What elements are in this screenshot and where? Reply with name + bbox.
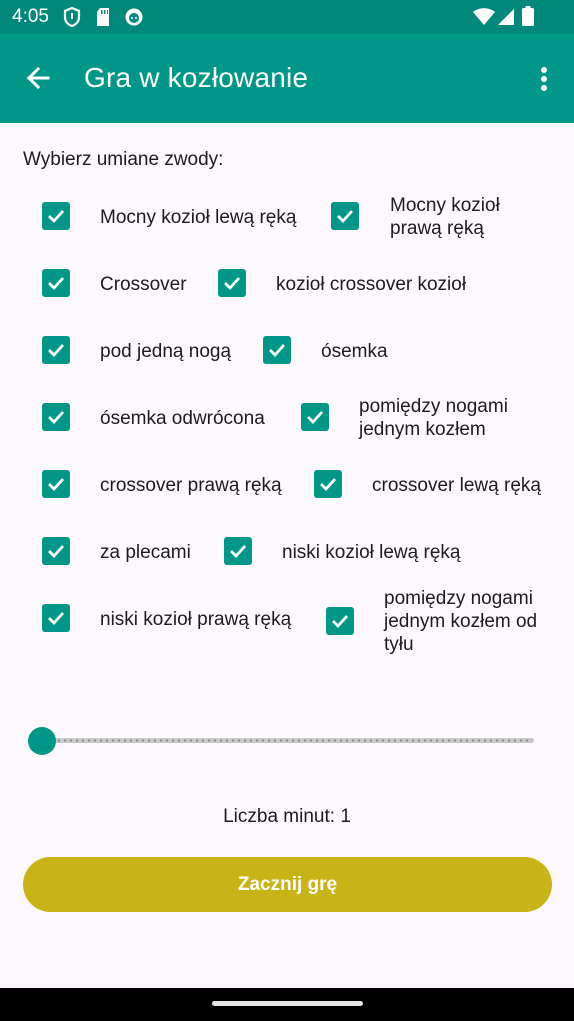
battery-icon	[522, 6, 534, 31]
checkbox[interactable]	[331, 202, 359, 230]
option-label: pomiędzy nogami jednym kozłem	[359, 396, 508, 440]
check-icon	[48, 411, 65, 425]
check-icon	[332, 615, 349, 629]
checkbox[interactable]	[224, 537, 252, 565]
wifi-icon	[473, 8, 495, 31]
start-game-button[interactable]: Zacznij grę	[23, 857, 552, 912]
arrow-left-icon	[20, 66, 56, 100]
more-vert-icon	[530, 67, 558, 102]
option-label: ósemka	[321, 341, 388, 362]
check-icon	[48, 612, 65, 626]
options-prompt: Wybierz umiane zwody:	[23, 149, 224, 170]
checkbox[interactable]	[42, 537, 70, 565]
option-label: crossover prawą ręką	[100, 475, 282, 496]
checkbox[interactable]	[218, 269, 246, 297]
option-label: za plecami	[100, 542, 191, 563]
check-icon	[230, 545, 247, 559]
option-label: crossover lewą ręką	[372, 475, 541, 496]
home-gesture-handle[interactable]	[212, 1001, 363, 1006]
check-icon	[48, 545, 65, 559]
check-icon	[224, 277, 241, 291]
app-bar: Gra w kozłowanie	[0, 34, 574, 123]
overflow-menu-button[interactable]	[530, 62, 558, 98]
checkbox[interactable]	[314, 470, 342, 498]
option-label: Mocny kozioł prawą ręką	[390, 195, 500, 239]
check-icon	[337, 210, 354, 224]
checkbox[interactable]	[301, 403, 329, 431]
status-bar: 4:05	[0, 0, 574, 34]
option-label: niski kozioł prawą ręką	[100, 609, 292, 630]
back-button[interactable]	[20, 60, 56, 96]
check-icon	[48, 344, 65, 358]
shield-icon	[63, 6, 81, 32]
option-label: niski kozioł lewą ręką	[282, 542, 461, 563]
checkbox[interactable]	[42, 269, 70, 297]
checkbox[interactable]	[42, 336, 70, 364]
minutes-label: Liczba minut: 1	[223, 806, 351, 827]
option-label: kozioł crossover kozioł	[276, 274, 467, 295]
check-icon	[48, 478, 65, 492]
navigation-bar	[0, 988, 574, 1021]
option-label: pod jedną nogą	[100, 341, 232, 362]
minutes-slider[interactable]	[28, 726, 536, 756]
check-icon	[48, 277, 65, 291]
status-time: 4:05	[12, 6, 49, 27]
option-label: Mocny kozioł lewą ręką	[100, 207, 297, 228]
option-label: Crossover	[100, 274, 187, 295]
check-icon	[320, 478, 337, 492]
slider-thumb[interactable]	[28, 727, 56, 755]
checkbox[interactable]	[42, 403, 70, 431]
checkbox[interactable]	[42, 202, 70, 230]
checkbox[interactable]	[42, 470, 70, 498]
page-title: Gra w kozłowanie	[84, 62, 309, 93]
check-icon	[269, 344, 286, 358]
check-icon	[307, 411, 324, 425]
check-icon	[48, 210, 65, 224]
checkbox[interactable]	[326, 607, 354, 635]
notification-face-icon	[124, 7, 144, 32]
checkbox[interactable]	[263, 336, 291, 364]
option-label: ósemka odwrócona	[100, 408, 265, 429]
screen: 4:05 Gra w kozłowanie Wybierz umiane zwo…	[0, 0, 574, 1021]
signal-icon	[497, 8, 515, 31]
checkbox[interactable]	[42, 604, 70, 632]
slider-tick-marks	[44, 739, 532, 742]
option-label: pomiędzy nogami jednym kozłem od tyłu	[384, 588, 538, 655]
sd-card-icon	[95, 7, 111, 32]
